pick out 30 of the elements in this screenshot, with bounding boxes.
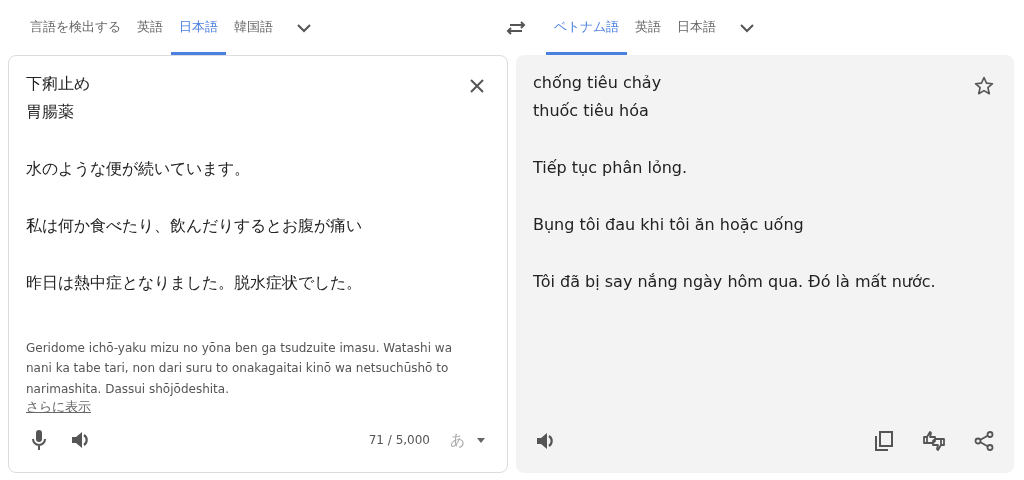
text-line: 私は何か食べたり、飲んだりするとお腹が痛い — [26, 215, 362, 237]
chevron-down-icon — [739, 22, 755, 33]
language-tab[interactable]: 言語を検出する — [22, 0, 129, 55]
text-line: Bụng tôi đau khi tôi ăn hoặc uống — [533, 214, 804, 236]
text-line: Tôi đã bị say nắng ngày hôm qua. Đó là mất nước. — [533, 271, 936, 293]
thumbs-up-down-icon — [922, 431, 946, 451]
star-icon — [974, 75, 994, 95]
language-tab[interactable]: 英語 — [129, 0, 171, 55]
swap-icon — [506, 20, 526, 35]
character-count: 71 / 5,000 — [368, 433, 430, 447]
text-line: Tiếp tục phân lỏng. — [533, 157, 688, 179]
copy-icon — [875, 431, 893, 451]
text-line: 水のような便が続いています。 — [26, 158, 250, 180]
text-line: 胃腸薬 — [26, 101, 74, 123]
share-icon — [974, 431, 994, 451]
text-line: thuốc tiêu hóa — [533, 100, 649, 122]
close-icon — [470, 79, 484, 93]
language-tab[interactable]: 英語 — [627, 0, 669, 55]
language-tab[interactable]: 韓国語 — [226, 0, 281, 55]
show-more-link[interactable]: さらに表示 — [26, 399, 91, 416]
speaker-icon — [71, 431, 91, 449]
dropdown-arrow-icon — [477, 437, 485, 443]
chevron-down-icon — [296, 22, 312, 33]
microphone-icon — [32, 430, 46, 450]
speaker-icon — [536, 432, 556, 450]
text-line: 昨日は熱中症となりました。脱水症状でした。 — [26, 272, 362, 294]
romanization-text: Geridome ichō-yaku mizu no yōna ben ga tsudzuite imasu. Watashi wa nani ka tabe tari, non dari suru to onakagaitai kinō wa netsuchūshō to narimashita. Dassui shōjōdeshita. — [25, 339, 454, 398]
language-tab[interactable]: 日本語 — [669, 0, 724, 55]
text-line: chống tiêu chảy — [533, 72, 662, 94]
text-line: 下痢止め — [26, 73, 90, 95]
